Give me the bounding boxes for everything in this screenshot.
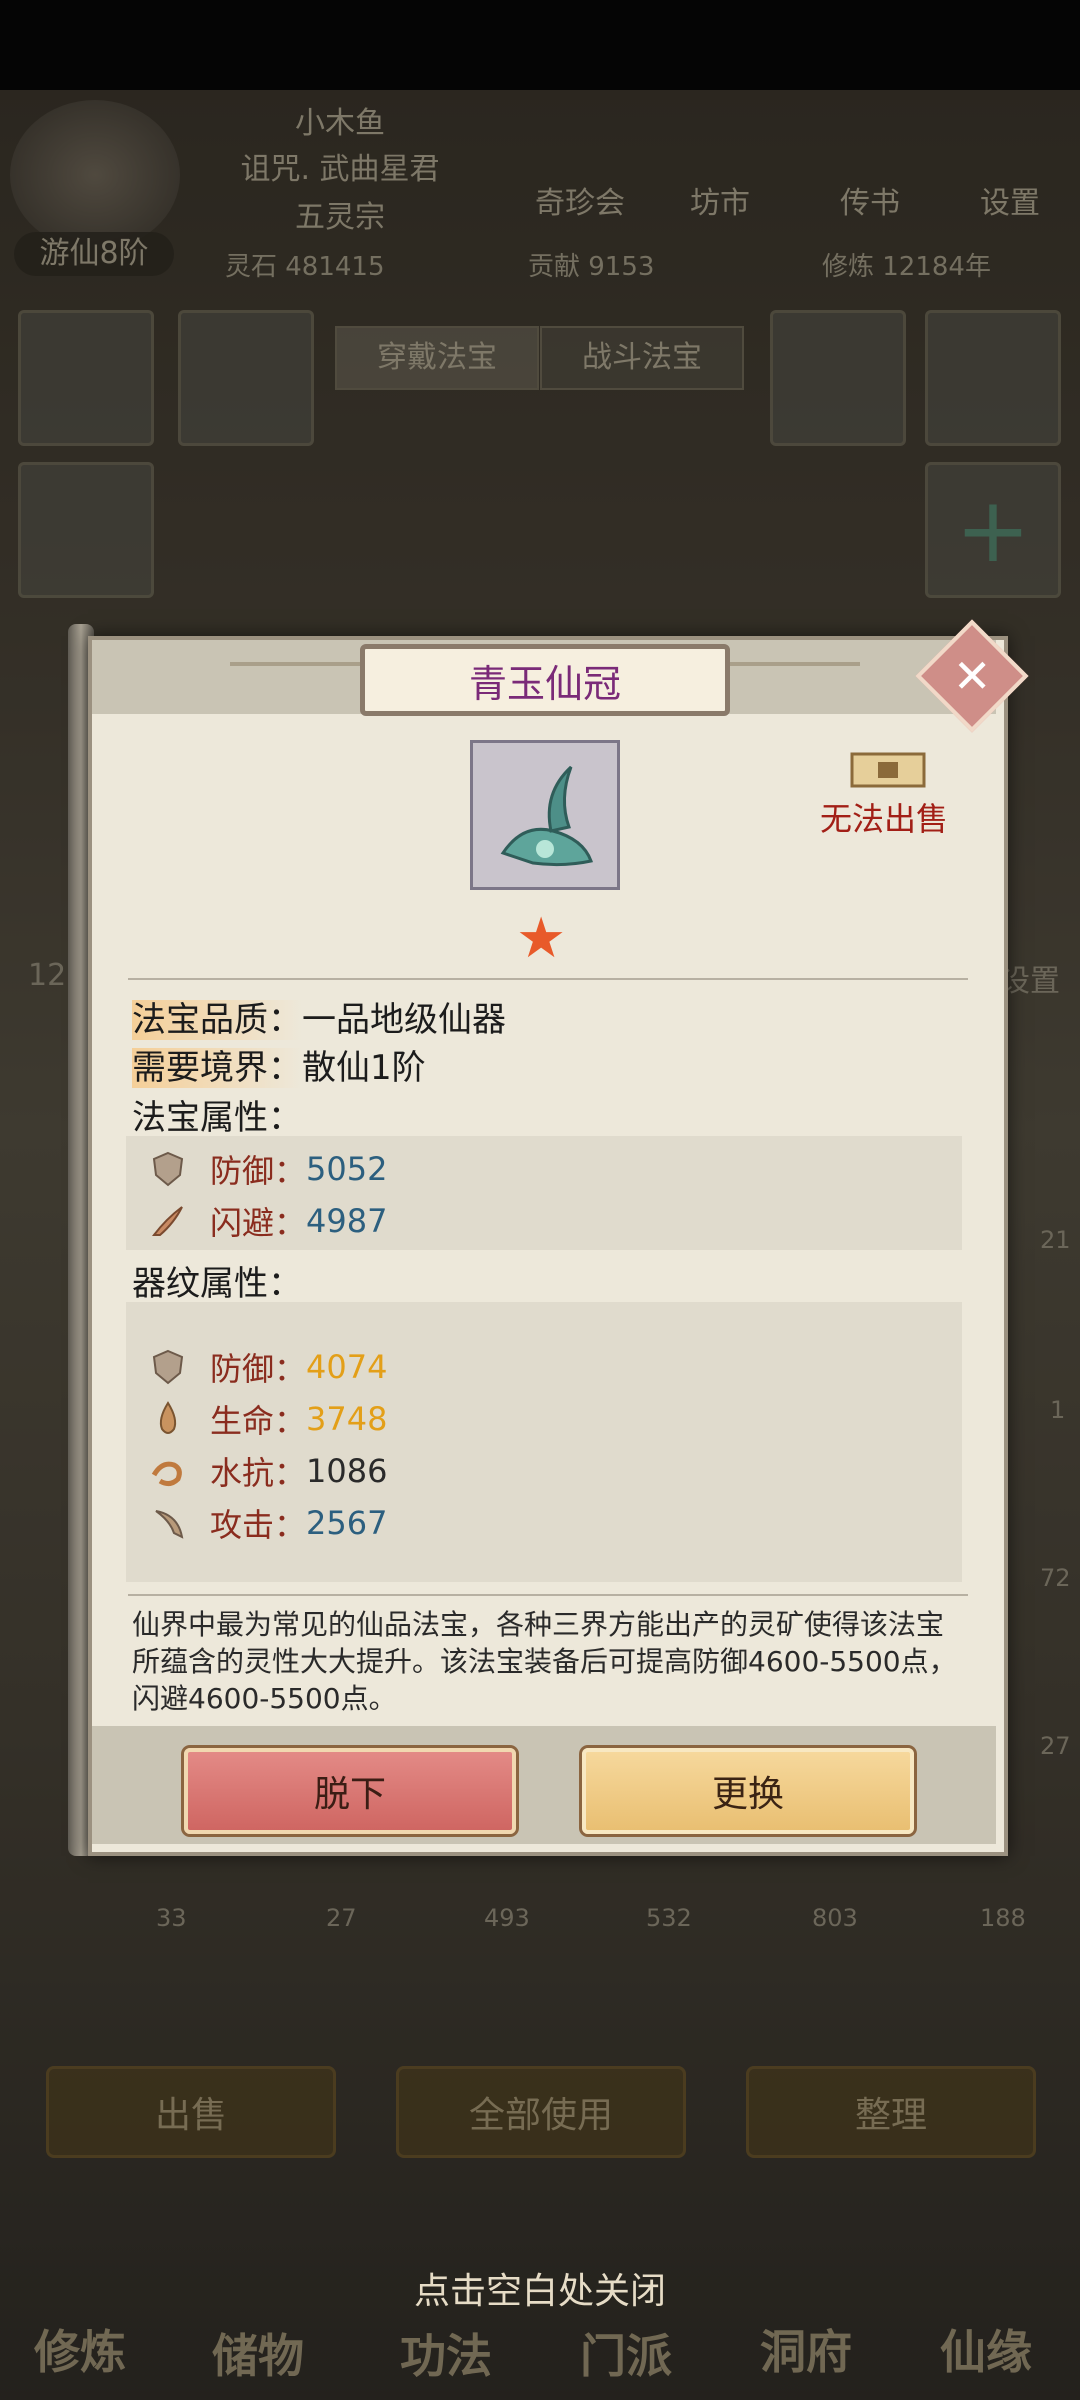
realm-value: 散仙1阶 xyxy=(302,1048,426,1088)
water-icon xyxy=(151,1461,182,1487)
quality-row: 法宝品质：一品地级仙器 xyxy=(132,992,506,1041)
realm-row: 需要境界：散仙1阶 xyxy=(132,1040,426,1089)
shield-icon xyxy=(152,1349,184,1385)
attr-value: 4987 xyxy=(306,1202,388,1240)
pattern-attr-title: 器纹属性： xyxy=(132,1264,302,1304)
item-description: 仙界中最为常见的仙品法宝，各种三界方能出产的灵矿使得该法宝所蕴含的灵性大大提升。… xyxy=(132,1608,957,1715)
jade-crown-icon xyxy=(500,765,593,867)
item-title: 青玉仙冠 xyxy=(360,644,730,716)
attr-value: 5052 xyxy=(306,1150,388,1188)
divider xyxy=(128,978,968,980)
close-icon: ✕ xyxy=(952,648,992,703)
pattern-attr-water-resist: 水抗： 1086 xyxy=(148,1448,387,1494)
attr-value: 2567 xyxy=(306,1504,388,1542)
attr-name: 防御： xyxy=(210,1350,307,1388)
base-attr-defense: 防御： 5052 xyxy=(148,1146,387,1192)
lock-chest-icon xyxy=(848,746,928,790)
no-sell-label: 无法出售 xyxy=(820,800,949,838)
pattern-attr-life: 生命： 3748 xyxy=(148,1396,387,1442)
divider xyxy=(128,1594,968,1596)
attr-name: 闪避： xyxy=(210,1204,307,1242)
life-icon xyxy=(159,1401,177,1434)
attr-value: 4074 xyxy=(306,1348,388,1386)
pattern-attr-defense: 防御： 4074 xyxy=(148,1344,387,1390)
unequip-button[interactable]: 脱下 xyxy=(184,1748,516,1834)
rarity-star-icon: ★ xyxy=(516,906,567,971)
attack-icon xyxy=(155,1510,184,1539)
item-icon xyxy=(470,740,620,890)
close-hint: 点击空白处关闭 xyxy=(413,2271,666,2312)
attr-name: 水抗： xyxy=(210,1454,307,1492)
dodge-icon xyxy=(151,1206,183,1236)
attr-value: 1086 xyxy=(306,1452,388,1490)
attr-value: 3748 xyxy=(306,1400,388,1438)
status-bar xyxy=(0,0,1080,90)
quality-value: 一品地级仙器 xyxy=(302,1000,506,1040)
replace-button[interactable]: 更换 xyxy=(582,1748,914,1834)
shield-icon xyxy=(152,1151,184,1187)
realm-label: 需要境界： xyxy=(132,1048,302,1088)
base-attr-title: 法宝属性： xyxy=(132,1098,302,1138)
quality-label: 法宝品质： xyxy=(132,1000,302,1040)
attr-name: 生命： xyxy=(210,1402,307,1440)
attr-name: 攻击： xyxy=(210,1506,307,1544)
pattern-attr-attack: 攻击： 2567 xyxy=(148,1500,387,1546)
base-attr-dodge: 闪避： 4987 xyxy=(148,1198,387,1244)
attr-name: 防御： xyxy=(210,1152,307,1190)
